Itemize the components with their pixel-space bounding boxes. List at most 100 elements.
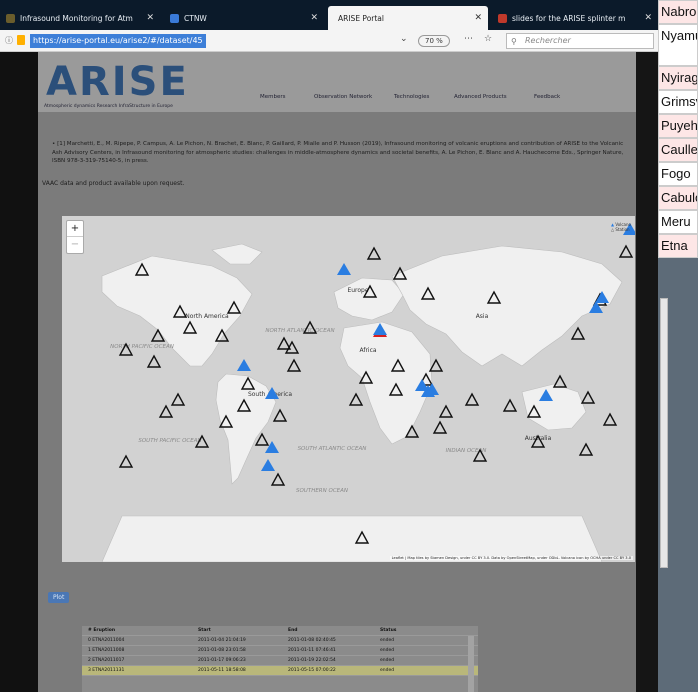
asia-land (391, 245, 623, 367)
volcano-marker[interactable] (337, 263, 351, 275)
station-marker[interactable] (578, 442, 594, 456)
cell-end: 2011-05-15 07:00:22 (288, 668, 336, 673)
chevron-down-icon[interactable]: ⌄ (400, 34, 408, 44)
tab-label: ARISE Portal (338, 13, 384, 23)
label-south-atlantic: SOUTH ATLANTIC OCEAN (298, 446, 367, 452)
list-item[interactable]: Etna (658, 234, 698, 258)
col-start[interactable]: Start (198, 626, 211, 636)
station-marker[interactable] (570, 326, 586, 340)
tab-ctnw[interactable]: CTNW ✕ (164, 6, 324, 30)
vaac-note: VAAC data and product available upon req… (42, 180, 185, 187)
zoom-out-button[interactable]: − (67, 237, 83, 253)
list-item[interactable]: Nyamu (658, 24, 698, 66)
list-item[interactable]: Nyirag (658, 66, 698, 90)
list-item[interactable]: Puyeh (658, 114, 698, 138)
site-header: ARISE Atmospheric dynamics Research Infr… (38, 52, 636, 112)
search-placeholder: Rechercher (525, 36, 571, 45)
cell-status: ended (380, 668, 395, 673)
nav-feedback[interactable]: Feedback (534, 94, 560, 100)
station-marker[interactable] (602, 412, 618, 426)
site-logo[interactable]: ARISE (46, 62, 189, 102)
station-marker[interactable] (618, 244, 634, 258)
station-marker[interactable] (348, 392, 364, 406)
map-canvas: North America South America Europe Afric… (101, 223, 635, 562)
table-row[interactable]: 0 ETNA2011004 2011-01-04 21:04:19 2011-0… (82, 636, 478, 646)
search-icon: ⚲ (511, 37, 517, 46)
world-map[interactable]: North America South America Europe Afric… (62, 216, 635, 562)
cell-eruption: 2 ETNA2011017 (88, 658, 125, 663)
station-marker[interactable] (272, 408, 288, 422)
label-north-atlantic: NORTH ATLANTIC OCEAN (265, 328, 334, 334)
nav-advanced-products[interactable]: Advanced Products (454, 94, 507, 100)
close-icon[interactable]: ✕ (310, 13, 318, 23)
col-end[interactable]: End (288, 626, 298, 636)
col-status[interactable]: Status (380, 626, 396, 636)
lock-icon[interactable] (17, 35, 25, 45)
table-scrollbar[interactable] (468, 636, 474, 692)
map-zoom-control: + − (66, 220, 84, 254)
volcano-marker[interactable] (261, 459, 275, 471)
station-marker[interactable] (286, 358, 302, 372)
tab-infrasound[interactable]: Infrasound Monitoring for Atm ✕ (0, 6, 160, 30)
station-marker[interactable] (118, 454, 134, 468)
station-marker[interactable] (502, 398, 518, 412)
table-row[interactable]: 1 ETNA2011008 2011-01-08 23:01:58 2011-0… (82, 646, 478, 656)
tab-arise-portal[interactable]: ARISE Portal ✕ (328, 6, 488, 30)
info-icon[interactable]: ⓘ (5, 35, 13, 46)
slides-icon (498, 13, 507, 23)
table-row[interactable]: 2 ETNA2011017 2011-01-17 09:06:23 2011-0… (82, 656, 478, 666)
close-icon[interactable]: ✕ (146, 13, 154, 23)
cell-status: ended (380, 648, 395, 653)
cell-eruption: 3 ETNA2011131 (88, 668, 125, 673)
station-icon: △ (611, 227, 615, 232)
pane-scrollbar[interactable] (660, 298, 668, 568)
list-item[interactable]: Meru (658, 210, 698, 234)
legend-station-label: Station (615, 227, 630, 232)
station-marker[interactable] (464, 392, 480, 406)
list-item[interactable]: Cabulo (658, 186, 698, 210)
browser-tab-bar: Infrasound Monitoring for Atm ✕ CTNW ✕ A… (0, 0, 658, 30)
plot-button[interactable]: Plot (48, 592, 70, 603)
australia-land (521, 383, 587, 431)
nav-members[interactable]: Members (260, 94, 286, 100)
list-item[interactable]: Fogo (658, 162, 698, 186)
address-bar: ⓘ https://arise-portal.eu/arise2/#/datas… (0, 30, 658, 52)
tab-label: slides for the ARISE splinter m (512, 13, 626, 23)
volcano-list-pane: Nabro Nyamu Nyirag Grimsv Puyeh Caulle F… (658, 0, 698, 692)
zoom-in-button[interactable]: + (67, 221, 83, 237)
label-southern-ocean: SOUTHERN OCEAN (296, 488, 348, 494)
col-eruption[interactable]: # Eruption (88, 626, 115, 636)
station-marker[interactable] (270, 472, 286, 486)
map-attribution[interactable]: Leaflet | Map tiles by Stamen Design, un… (389, 556, 633, 560)
table-row-selected[interactable]: 3 ETNA2011131 2011-05-11 18:58:08 2011-0… (82, 666, 478, 676)
list-item[interactable]: Nabro (658, 0, 698, 24)
more-icon[interactable]: ⋯ (464, 34, 473, 44)
search-input[interactable]: ⚲ Rechercher (506, 33, 654, 49)
label-asia: Asia (476, 313, 489, 320)
list-item[interactable]: Grimsv (658, 90, 698, 114)
station-marker[interactable] (170, 392, 186, 406)
close-icon[interactable]: ✕ (474, 13, 482, 23)
station-marker[interactable] (438, 404, 454, 418)
cell-end: 2011-01-19 22:02:54 (288, 658, 336, 663)
list-item[interactable]: Caulle (658, 138, 698, 162)
station-marker[interactable] (580, 390, 596, 404)
tab-slides[interactable]: slides for the ARISE splinter m ✕ (492, 6, 658, 30)
nav-technologies[interactable]: Technologies (394, 94, 429, 100)
volcano-marker[interactable] (237, 359, 251, 371)
reference-body: [1] Marchetti, E., M. Ripepe, P. Campus,… (52, 141, 624, 164)
station-marker[interactable] (366, 246, 382, 260)
url-field[interactable]: https://arise-portal.eu/arise2/#/dataset… (30, 34, 206, 48)
close-icon[interactable]: ✕ (644, 13, 652, 23)
zoom-level[interactable]: 70 % (418, 35, 450, 47)
web-page: ARISE Atmospheric dynamics Research Infr… (0, 52, 658, 692)
station-marker[interactable] (428, 358, 444, 372)
station-marker[interactable] (276, 336, 292, 350)
nav-observation-network[interactable]: Observation Network (314, 94, 372, 100)
cell-end: 2011-01-11 07:46:41 (288, 648, 336, 653)
station-marker[interactable] (158, 404, 174, 418)
station-marker[interactable] (432, 420, 448, 434)
bookmark-star-icon[interactable]: ☆ (484, 34, 492, 44)
station-marker[interactable] (146, 354, 162, 368)
label-south-pacific: SOUTH PACIFIC OCEAN (138, 438, 201, 444)
